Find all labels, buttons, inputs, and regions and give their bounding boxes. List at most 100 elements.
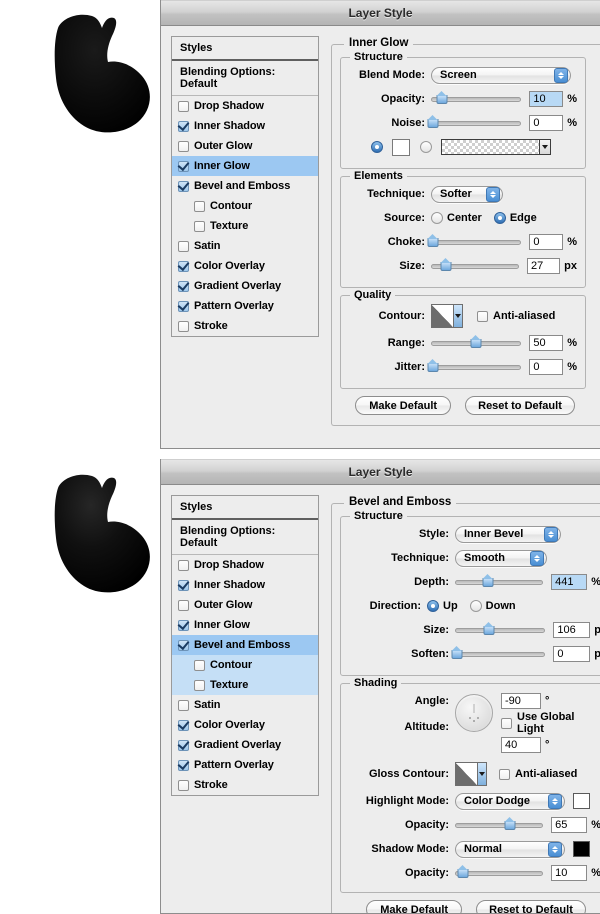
checkbox-satin[interactable] [178,700,189,711]
checkbox-inner-shadow[interactable] [178,121,189,132]
checkbox-row-anti-aliased[interactable]: Anti-aliased [499,768,577,780]
slider-knob[interactable] [427,116,438,129]
slider-depth[interactable] [455,575,543,589]
input-range[interactable]: 50 [529,335,563,351]
input-angle[interactable]: -90 [501,693,541,709]
fx-row-drop-shadow[interactable]: Drop Shadow [172,96,318,116]
slider-knob[interactable] [457,866,468,879]
chevron-updown-icon[interactable] [486,187,500,202]
fx-row-texture[interactable]: Texture [172,675,318,695]
slider-size[interactable] [455,623,545,637]
select-highlight-mode[interactable]: Color Dodge [455,793,565,810]
input-highlight-opacity[interactable]: 65 [551,817,587,833]
fx-row-inner-shadow[interactable]: Inner Shadow [172,116,318,136]
fx-row-contour[interactable]: Contour [172,196,318,216]
styles-panel[interactable]: Styles Blending Options: Default Drop Sh… [171,36,319,337]
radio-fill-color[interactable] [371,141,383,153]
select-shadow-mode[interactable]: Normal [455,841,565,858]
radio-source-center[interactable] [431,212,443,224]
make-default-button[interactable]: Make Default [366,900,462,914]
checkbox-texture[interactable] [194,680,205,691]
input-size[interactable]: 106 [553,622,590,638]
fx-row-gradient-overlay[interactable]: Gradient Overlay [172,276,318,296]
fx-row-pattern-overlay[interactable]: Pattern Overlay [172,755,318,775]
checkbox-inner-glow[interactable] [178,161,189,172]
select-bevel-style[interactable]: Inner Bevel [455,526,561,543]
input-size[interactable]: 27 [527,258,560,274]
checkbox-inner-glow[interactable] [178,620,189,631]
chevron-down-icon[interactable] [539,140,550,154]
checkbox-gradient-overlay[interactable] [178,281,189,292]
fx-row-bevel-and-emboss[interactable]: Bevel and Emboss [172,176,318,196]
fx-row-outer-glow[interactable]: Outer Glow [172,136,318,156]
input-noise[interactable]: 0 [529,115,563,131]
fx-row-bevel-and-emboss[interactable]: Bevel and Emboss [172,635,318,655]
angle-dial[interactable] [455,694,493,732]
fx-row-contour[interactable]: Contour [172,655,318,675]
fx-row-stroke[interactable]: Stroke [172,316,318,336]
slider-knob[interactable] [440,259,451,272]
blending-options-row[interactable]: Blending Options: Default [172,520,318,555]
slider-knob[interactable] [504,818,515,831]
input-shadow-opacity[interactable]: 10 [551,865,587,881]
chevron-updown-icon[interactable] [554,68,568,83]
checkbox-stroke[interactable] [178,321,189,332]
checkbox-inner-shadow[interactable] [178,580,189,591]
fx-row-satin[interactable]: Satin [172,695,318,715]
fx-row-pattern-overlay[interactable]: Pattern Overlay [172,296,318,316]
slider-knob[interactable] [436,92,447,105]
slider-shadow-opacity[interactable] [455,866,543,880]
chevron-updown-icon[interactable] [548,794,562,809]
input-jitter[interactable]: 0 [529,359,563,375]
slider-size[interactable] [431,259,519,273]
checkbox-color-overlay[interactable] [178,261,189,272]
blending-options-row[interactable]: Blending Options: Default [172,61,318,96]
contour-preview[interactable] [431,304,463,328]
slider-noise[interactable] [431,116,521,130]
checkbox-drop-shadow[interactable] [178,101,189,112]
checkbox-stroke[interactable] [178,780,189,791]
slider-knob[interactable] [451,647,462,660]
row-use-global-light[interactable]: Use Global Light [501,714,600,732]
checkbox-use-global-light[interactable] [501,718,512,729]
input-opacity[interactable]: 10 [529,91,563,107]
slider-knob[interactable] [484,623,495,636]
checkbox-pattern-overlay[interactable] [178,760,189,771]
checkbox-anti-aliased[interactable] [499,769,510,780]
radio-source-edge[interactable] [494,212,506,224]
input-depth[interactable]: 441 [551,574,587,590]
fx-row-color-overlay[interactable]: Color Overlay [172,256,318,276]
slider-highlight-opacity[interactable] [455,818,543,832]
fx-row-color-overlay[interactable]: Color Overlay [172,715,318,735]
checkbox-anti-aliased[interactable] [477,311,488,322]
checkbox-row-anti-aliased[interactable]: Anti-aliased [477,310,555,322]
input-soften[interactable]: 0 [553,646,590,662]
input-choke[interactable]: 0 [529,234,563,250]
checkbox-outer-glow[interactable] [178,600,189,611]
checkbox-drop-shadow[interactable] [178,560,189,571]
make-default-button[interactable]: Make Default [355,396,451,415]
checkbox-contour[interactable] [194,201,205,212]
checkbox-outer-glow[interactable] [178,141,189,152]
input-altitude[interactable]: 40 [501,737,541,753]
chevron-down-icon[interactable] [477,763,486,785]
checkbox-pattern-overlay[interactable] [178,301,189,312]
fx-row-inner-glow[interactable]: Inner Glow [172,615,318,635]
slider-knob[interactable] [471,336,482,349]
fx-row-outer-glow[interactable]: Outer Glow [172,595,318,615]
chevron-updown-icon[interactable] [530,551,544,566]
chevron-updown-icon[interactable] [548,842,562,857]
reset-to-default-button[interactable]: Reset to Default [465,396,575,415]
swatch-shadow-color[interactable] [573,841,590,857]
slider-soften[interactable] [455,647,545,661]
select-blend-mode[interactable]: Screen [431,67,571,84]
radio-fill-gradient[interactable] [420,141,432,153]
styles-panel[interactable]: Styles Blending Options: Default Drop Sh… [171,495,319,796]
slider-knob[interactable] [427,235,438,248]
radio-direction-up[interactable] [427,600,439,612]
checkbox-bevel-and-emboss[interactable] [178,640,189,651]
radio-direction-down[interactable] [470,600,482,612]
checkbox-gradient-overlay[interactable] [178,740,189,751]
slider-knob[interactable] [427,360,438,373]
fx-row-texture[interactable]: Texture [172,216,318,236]
